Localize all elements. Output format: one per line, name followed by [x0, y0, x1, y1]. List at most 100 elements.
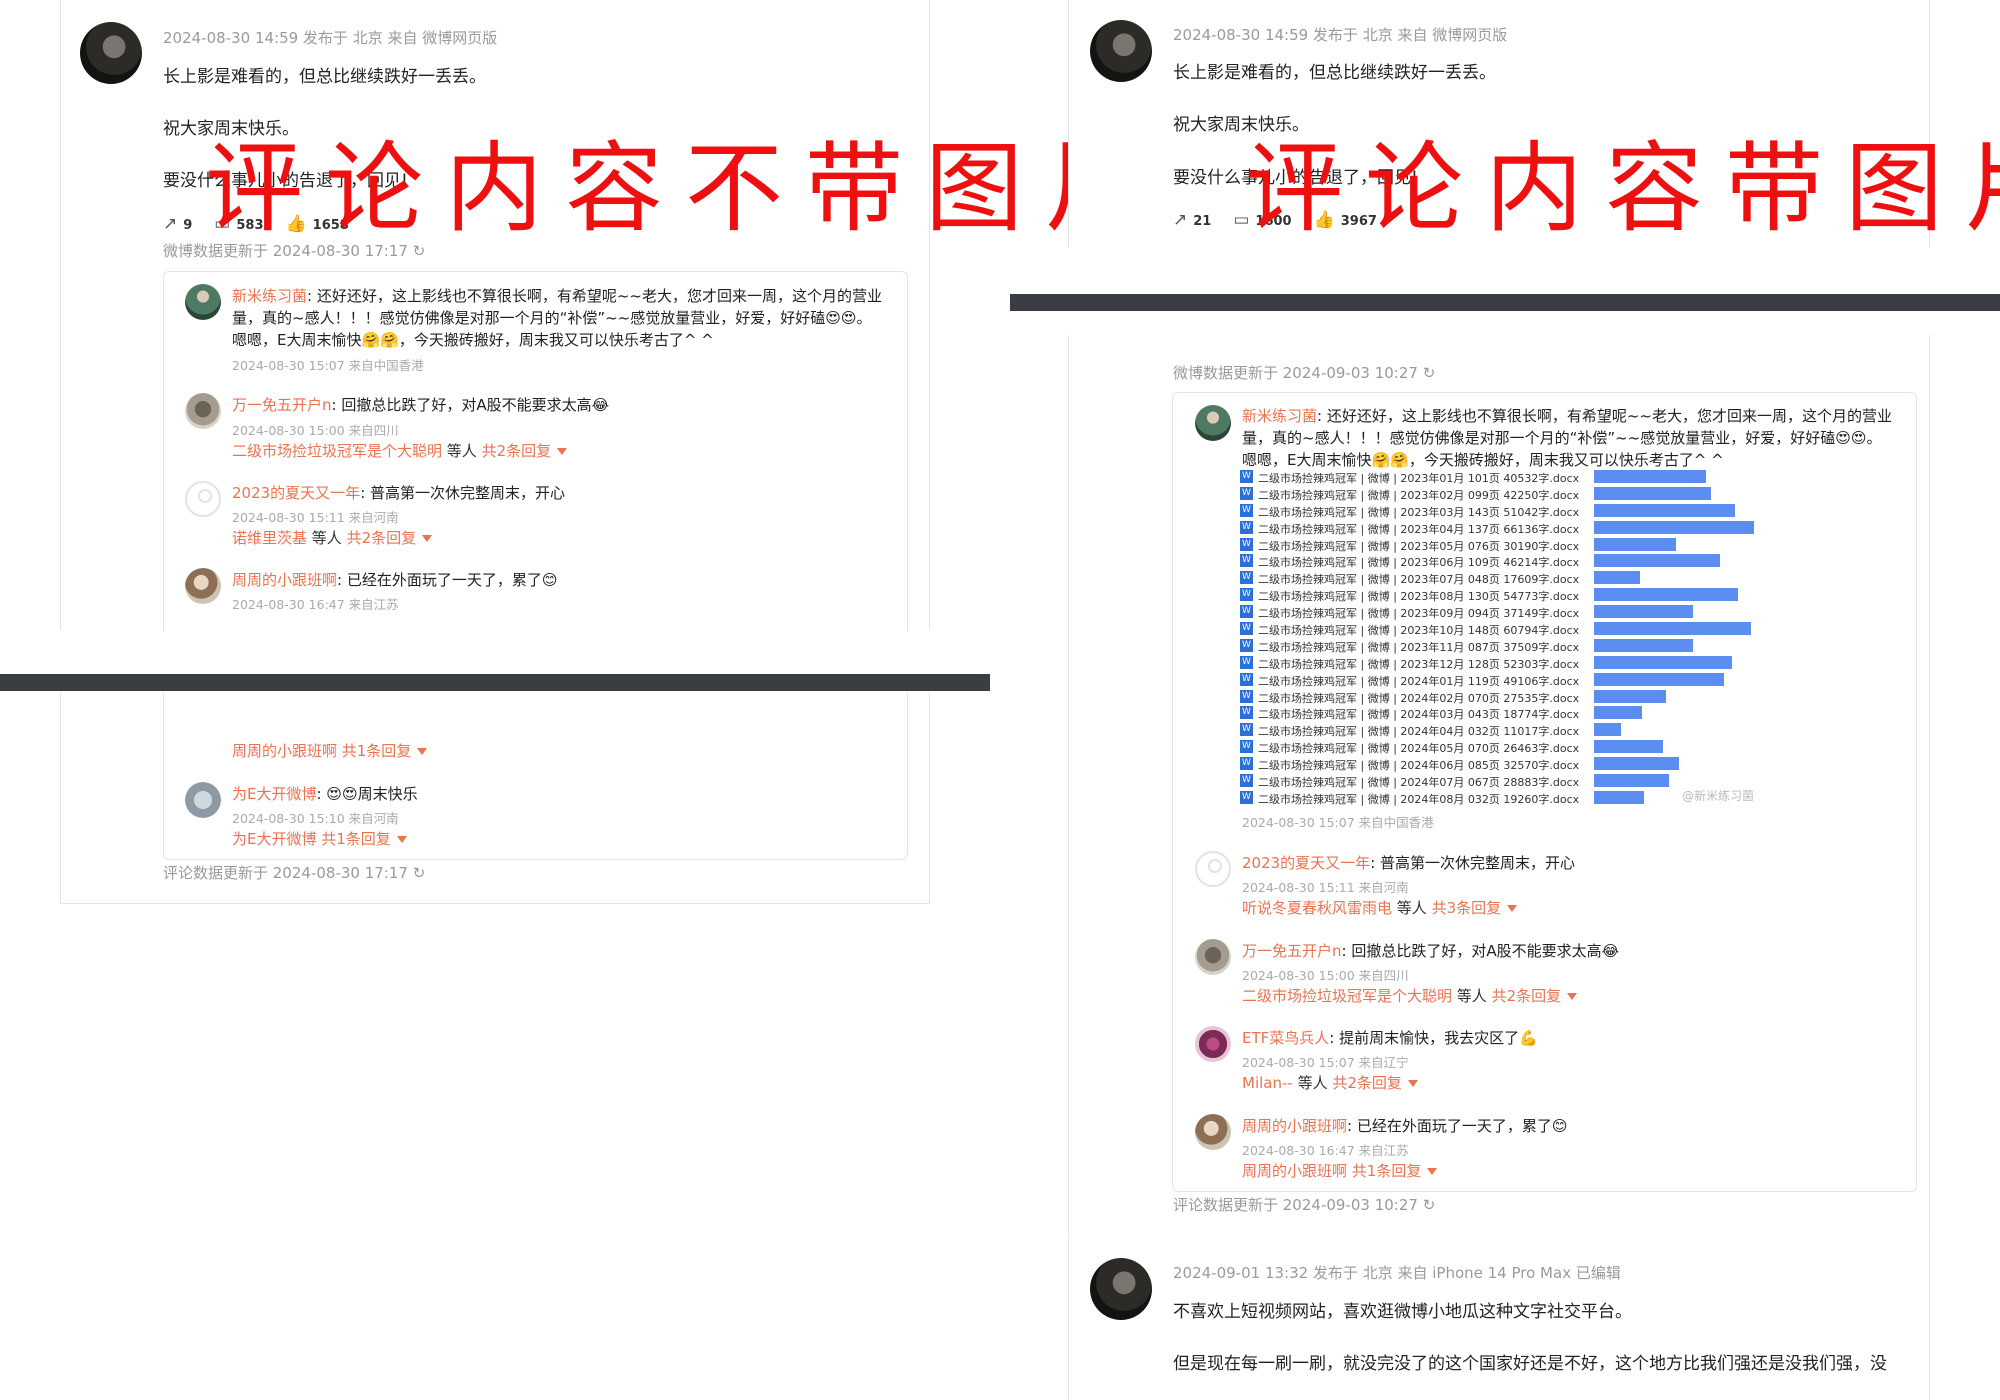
commenter-avatar[interactable] — [1195, 1026, 1231, 1062]
word-doc-icon: W — [1240, 571, 1253, 585]
file-row[interactable]: W 二级市场捡辣鸡冠军 | 微博 | 2024年04月 032页 11017字.d… — [1240, 721, 1780, 738]
repost-button[interactable]: ↗ 21 — [1173, 210, 1211, 230]
file-name: 二级市场捡辣鸡冠军 | 微博 | 2024年08月 032页 19260字.do… — [1258, 792, 1580, 806]
chevron-down-icon[interactable] — [417, 748, 428, 755]
file-bar — [1594, 605, 1693, 619]
word-doc-icon: W — [1240, 486, 1253, 500]
refresh-icon[interactable]: ↻ — [413, 864, 426, 882]
commenter-avatar[interactable] — [185, 568, 221, 604]
comment-text: 2023的夏天又一年: 普高第一次休完整周末，开心 — [232, 484, 566, 502]
commenter-avatar[interactable] — [185, 284, 221, 320]
commenter-avatar[interactable] — [1195, 405, 1231, 441]
refresh-icon[interactable]: ↻ — [1423, 364, 1436, 382]
author-avatar[interactable] — [80, 22, 142, 84]
word-doc-icon: W — [1240, 520, 1253, 534]
repost-button[interactable]: ↗ 9 — [163, 214, 192, 234]
file-row[interactable]: W 二级市场捡辣鸡冠军 | 微博 | 2023年08月 130页 54773字.d… — [1240, 586, 1780, 603]
chevron-down-icon[interactable] — [557, 448, 568, 455]
reply-summary[interactable]: Milan-- 等人 共2条回复 — [1242, 1072, 1418, 1093]
post-meta: 2024-08-30 14:59 发布于 北京 来自 微博网页版 — [1173, 26, 1508, 44]
commenter-avatar[interactable] — [185, 481, 221, 517]
file-row[interactable]: W 二级市场捡辣鸡冠军 | 微博 | 2023年03月 143页 51042字.d… — [1240, 502, 1780, 519]
file-name: 二级市场捡辣鸡冠军 | 微博 | 2024年07月 067页 28883字.do… — [1258, 776, 1580, 790]
commenter-avatar[interactable] — [185, 393, 221, 429]
file-row[interactable]: W 二级市场捡辣鸡冠军 | 微博 | 2023年04月 137页 66136字.d… — [1240, 519, 1780, 536]
comment-meta: 2024-08-30 15:00 来自四川 — [1242, 968, 1409, 983]
commenter-avatar[interactable] — [1195, 851, 1231, 887]
file-bar — [1594, 486, 1711, 500]
chevron-down-icon[interactable] — [1567, 993, 1578, 1000]
file-row[interactable]: W 二级市场捡辣鸡冠军 | 微博 | 2024年02月 070页 27535字.d… — [1240, 688, 1780, 705]
reply-summary[interactable]: 二级市场捡垃圾冠军是个大聪明 等人 共2条回复 — [1242, 985, 1578, 1006]
reply-summary[interactable]: 周周的小跟班啊 共1条回复 — [1242, 1160, 1438, 1181]
reply-summary[interactable]: 周周的小跟班啊 共1条回复 — [232, 740, 428, 761]
word-doc-icon: W — [1240, 689, 1253, 703]
reply-summary[interactable]: 诺维里茨基 等人 共2条回复 — [232, 527, 433, 548]
comment-image-file-list[interactable]: W 二级市场捡辣鸡冠军 | 微博 | 2023年01月 101页 40532字.d… — [1240, 468, 1780, 806]
chevron-down-icon[interactable] — [1427, 1168, 1438, 1175]
post-line-2: 但是现在每一刷一刷，就没完没了的这个国家好还是不好，这个地方比我们强还是没我们强… — [1173, 1354, 1887, 1374]
file-name: 二级市场捡辣鸡冠军 | 微博 | 2024年02月 070页 27535字.do… — [1258, 691, 1580, 705]
file-bar — [1594, 723, 1621, 737]
file-name: 二级市场捡辣鸡冠军 | 微博 | 2024年06月 085页 32570字.do… — [1258, 759, 1580, 773]
chevron-down-icon[interactable] — [396, 836, 407, 843]
word-doc-icon: W — [1240, 655, 1253, 669]
reply-summary[interactable]: 二级市场捡垃圾冠军是个大聪明 等人 共2条回复 — [232, 440, 568, 461]
file-row[interactable]: W 二级市场捡辣鸡冠军 | 微博 | 2024年03月 043页 18774字.d… — [1240, 704, 1780, 721]
chevron-down-icon[interactable] — [422, 535, 433, 542]
file-row[interactable]: W 二级市场捡辣鸡冠军 | 微博 | 2023年01月 101页 40532字.d… — [1240, 468, 1780, 485]
reply-summary[interactable]: 为E大开微博 共1条回复 — [232, 828, 407, 849]
file-row[interactable]: W 二级市场捡辣鸡冠军 | 微博 | 2023年05月 076页 30190字.d… — [1240, 536, 1780, 553]
word-doc-icon: W — [1240, 622, 1253, 636]
comment-text-cont: 量，真的~感人！！！感觉仿佛像是对那一个月的“补偿”~~感觉放量营业，好爱，好好… — [232, 309, 872, 327]
file-row[interactable]: W 二级市场捡辣鸡冠军 | 微博 | 2023年07月 048页 17609字.d… — [1240, 569, 1780, 586]
file-row[interactable]: W 二级市场捡辣鸡冠军 | 微博 | 2023年06月 109页 46214字.d… — [1240, 552, 1780, 569]
file-name: 二级市场捡辣鸡冠军 | 微博 | 2023年10月 148页 60794字.do… — [1258, 624, 1580, 638]
word-doc-icon: W — [1240, 638, 1253, 652]
commenter-avatar[interactable] — [185, 782, 221, 818]
comment-text: ETF菜鸟兵人: 提前周末愉快，我去灾区了💪 — [1242, 1029, 1538, 1047]
file-bar — [1594, 588, 1738, 602]
chevron-down-icon[interactable] — [1407, 1080, 1418, 1087]
comment-meta: 2024-08-30 15:10 来自河南 — [232, 811, 399, 826]
file-bar — [1594, 520, 1754, 534]
file-row[interactable]: W 二级市场捡辣鸡冠军 | 微博 | 2023年02月 099页 42250字.d… — [1240, 485, 1780, 502]
file-row[interactable]: W 二级市场捡辣鸡冠军 | 微博 | 2024年01月 119页 49106字.d… — [1240, 671, 1780, 688]
comment-text: 新米练习菌: 还好还好，这上影线也不算很长啊，有希望呢~~老大，您才回来一周，这… — [232, 287, 882, 305]
chevron-down-icon[interactable] — [1507, 905, 1518, 912]
commenter-avatar[interactable] — [1195, 1114, 1231, 1150]
file-name: 二级市场捡辣鸡冠军 | 微博 | 2023年02月 099页 42250字.do… — [1258, 488, 1580, 502]
author-avatar[interactable] — [1090, 1258, 1152, 1320]
file-bar — [1594, 554, 1720, 568]
file-name: 二级市场捡辣鸡冠军 | 微博 | 2023年08月 130页 54773字.do… — [1258, 590, 1580, 604]
word-doc-icon: W — [1240, 757, 1253, 771]
file-name: 二级市场捡辣鸡冠军 | 微博 | 2023年11月 087页 37509字.do… — [1258, 640, 1580, 654]
word-doc-icon: W — [1240, 774, 1253, 788]
file-bar — [1594, 757, 1679, 771]
word-doc-icon: W — [1240, 723, 1253, 737]
file-bar — [1594, 638, 1693, 652]
author-avatar[interactable] — [1090, 20, 1152, 82]
refresh-icon[interactable]: ↻ — [1423, 1196, 1436, 1214]
comment-text: 万一免五开户n: 回撤总比跌了好，对A股不能要求太高😂 — [1242, 942, 1620, 960]
reply-summary[interactable]: 听说冬夏春秋风雷雨电 等人 共3条回复 — [1242, 897, 1518, 918]
file-row[interactable]: W 二级市场捡辣鸡冠军 | 微博 | 2024年06月 085页 32570字.d… — [1240, 755, 1780, 772]
file-row[interactable]: W 二级市场捡辣鸡冠军 | 微博 | 2023年10月 148页 60794字.d… — [1240, 620, 1780, 637]
comment-text: 周周的小跟班啊: 已经在外面玩了一天了，累了😊 — [1242, 1117, 1568, 1135]
file-bar — [1594, 672, 1724, 686]
file-row[interactable]: W 二级市场捡辣鸡冠军 | 微博 | 2023年12月 128页 52303字.d… — [1240, 654, 1780, 671]
file-name: 二级市场捡辣鸡冠军 | 微博 | 2023年05月 076页 30190字.do… — [1258, 539, 1580, 553]
post-line-1: 长上影是难看的，但总比继续跌好一丢丢。 — [1173, 63, 1496, 83]
file-bar — [1594, 655, 1732, 669]
comment-meta: 2024-08-30 15:11 来自河南 — [1242, 880, 1409, 895]
file-name: 二级市场捡辣鸡冠军 | 微博 | 2024年03月 043页 18774字.do… — [1258, 708, 1580, 722]
file-row[interactable]: W 二级市场捡辣鸡冠军 | 微博 | 2023年09月 094页 37149字.d… — [1240, 603, 1780, 620]
commenter-name[interactable]: 新米练习菌 — [232, 287, 307, 305]
word-doc-icon: W — [1240, 790, 1253, 804]
comment-meta: 2024-08-30 16:47 来自江苏 — [232, 597, 399, 612]
word-doc-icon: W — [1240, 470, 1253, 483]
file-bar — [1594, 790, 1644, 804]
commenter-avatar[interactable] — [1195, 939, 1231, 975]
file-row[interactable]: W 二级市场捡辣鸡冠军 | 微博 | 2024年05月 070页 26463字.d… — [1240, 738, 1780, 755]
file-row[interactable]: W 二级市场捡辣鸡冠军 | 微博 | 2023年11月 087页 37509字.d… — [1240, 637, 1780, 654]
